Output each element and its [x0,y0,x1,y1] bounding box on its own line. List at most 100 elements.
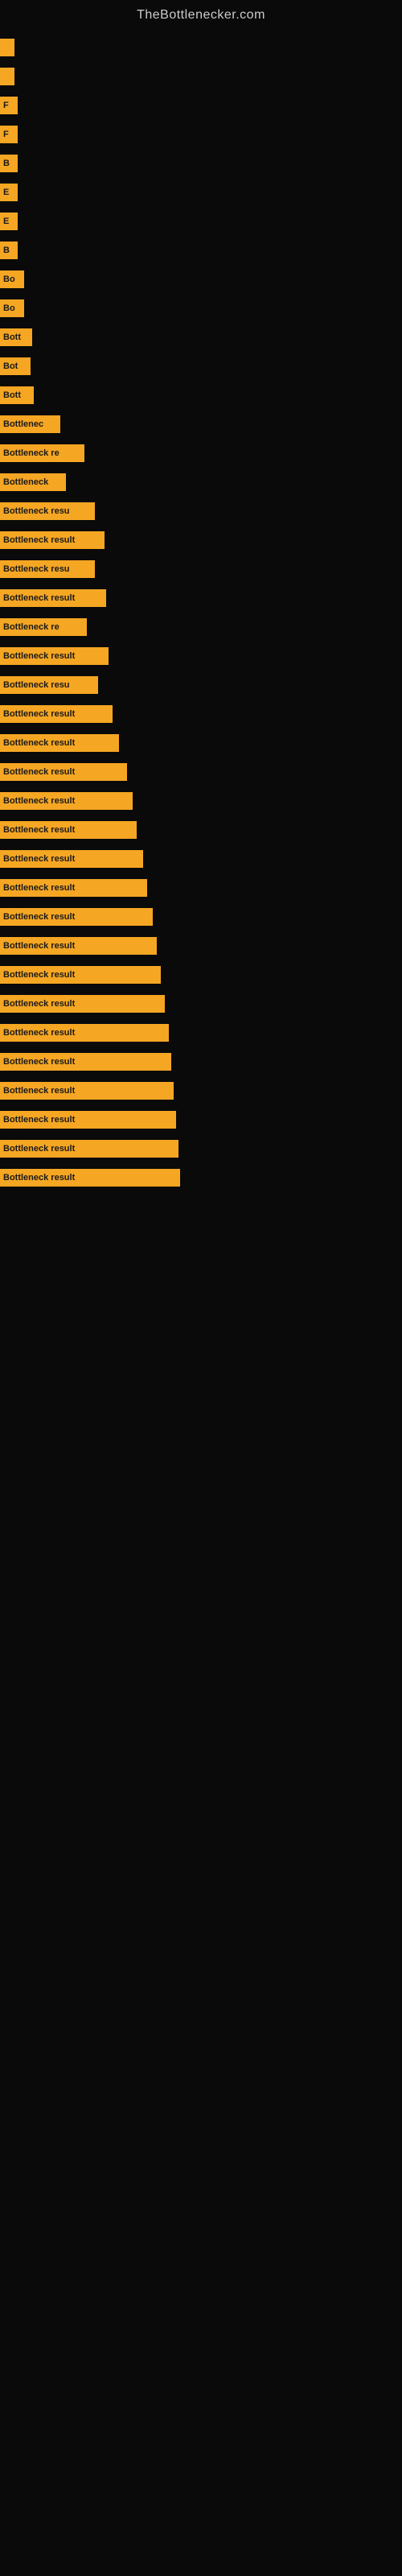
bar-label: Bot [3,361,18,371]
bar-item: F [0,97,18,114]
bar-row: Bott [0,382,402,408]
bar-item: E [0,213,18,230]
bar-item: Bottlenec [0,415,60,433]
bar-label: Bottleneck re [3,448,59,458]
bar-item: Bottleneck result [0,1140,178,1158]
bar-label: Bottleneck result [3,970,75,980]
bar-row: B [0,151,402,176]
bar-row: Bottleneck result [0,788,402,814]
bar-item: B [0,242,18,259]
bar-label: Bo [3,275,15,284]
bar-row: Bottleneck result [0,991,402,1017]
bar-row: Bottleneck result [0,846,402,872]
bar-label: Bottleneck result [3,767,75,777]
bar-label: Bottleneck result [3,999,75,1009]
bar-item: Bottleneck result [0,792,133,810]
bar-item: Bottleneck resu [0,502,95,520]
bar-item: Bottleneck resu [0,560,95,578]
bar-row: E [0,208,402,234]
bar-item: Bottleneck result [0,734,119,752]
bar-item: Bottleneck resu [0,676,98,694]
bar-row: Bottleneck result [0,1020,402,1046]
bar-label: Bottleneck resu [3,680,70,690]
bar-row: Bottleneck result [0,1049,402,1075]
bar-row: Bottleneck resu [0,672,402,698]
bar-label: Bottleneck result [3,535,75,545]
bar-label: E [3,217,9,226]
bar-label: F [3,130,9,139]
bar-row [0,64,402,89]
bar-label: F [3,101,9,110]
bar-item: Bottleneck result [0,1082,174,1100]
bar-label: Bottleneck result [3,941,75,951]
bar-row: Bottleneck result [0,904,402,930]
bar-row: B [0,237,402,263]
bar-item: Bottleneck [0,473,66,491]
bar-item: Bott [0,386,34,404]
bar-label: Bottleneck result [3,709,75,719]
bar-label: Bottleneck resu [3,506,70,516]
bar-item: Bottleneck result [0,531,105,549]
bar-item: Bottleneck result [0,937,157,955]
bar-item: Bottleneck result [0,1024,169,1042]
bar-label: Bottleneck result [3,1057,75,1067]
bar-item: Bottleneck result [0,966,161,984]
bar-item: Bottleneck result [0,763,127,781]
bar-row: E [0,180,402,205]
bar-row: Bottleneck result [0,527,402,553]
bar-item: Bott [0,328,32,346]
bar-label: Bott [3,332,21,342]
bar-label: Bottlenec [3,419,43,429]
bar-item: Bottleneck result [0,995,165,1013]
bar-item: B [0,155,18,172]
bars-container: F F B E E B Bo Bo Bott Bot Bott Bottlenec Bottleneck… [0,27,402,1202]
bar-item: Bottleneck re [0,444,84,462]
bar-label: Bottleneck result [3,912,75,922]
bar-row: Bottleneck result [0,1078,402,1104]
bar-row: Bottleneck [0,469,402,495]
bar-row: Bo [0,295,402,321]
bar-item: Bottleneck result [0,850,143,868]
site-title: TheBottlenecker.com [0,0,402,27]
bar-row: Bottleneck result [0,962,402,988]
bar-item: Bottleneck result [0,1111,176,1129]
bar-item: Bottleneck result [0,1169,180,1187]
bar-label: Bottleneck result [3,1144,75,1154]
bar-label: B [3,159,10,168]
bar-row: Bottleneck result [0,730,402,756]
bar-row: Bottleneck result [0,701,402,727]
bar-item [0,39,14,56]
bar-item [0,68,14,85]
bar-row: Bottlenec [0,411,402,437]
bar-row: Bott [0,324,402,350]
bar-item: Bo [0,299,24,317]
bar-label: Bottleneck result [3,883,75,893]
bar-row: Bot [0,353,402,379]
bar-row: Bottleneck resu [0,498,402,524]
bar-row: Bottleneck result [0,1136,402,1162]
bar-row: Bottleneck result [0,585,402,611]
bar-item: Bot [0,357,31,375]
bar-label: Bottleneck result [3,593,75,603]
bar-label: Bottleneck result [3,1028,75,1038]
bar-label: Bottleneck result [3,738,75,748]
bar-row: F [0,122,402,147]
bar-label: B [3,246,10,255]
bar-row: Bottleneck result [0,933,402,959]
bar-label: Bott [3,390,21,400]
bar-item: Bottleneck result [0,1053,171,1071]
bar-item: Bottleneck result [0,821,137,839]
bar-row: Bo [0,266,402,292]
bar-item: E [0,184,18,201]
bar-item: Bo [0,270,24,288]
bar-row: Bottleneck resu [0,556,402,582]
bar-label: Bottleneck [3,477,48,487]
bar-item: Bottleneck result [0,589,106,607]
bar-label: Bottleneck resu [3,564,70,574]
bar-row: Bottleneck result [0,1107,402,1133]
bar-item: Bottleneck result [0,647,109,665]
bar-label: Bottleneck result [3,1173,75,1183]
bar-row: Bottleneck result [0,875,402,901]
bar-item: Bottleneck re [0,618,87,636]
bar-label: Bottleneck result [3,854,75,864]
